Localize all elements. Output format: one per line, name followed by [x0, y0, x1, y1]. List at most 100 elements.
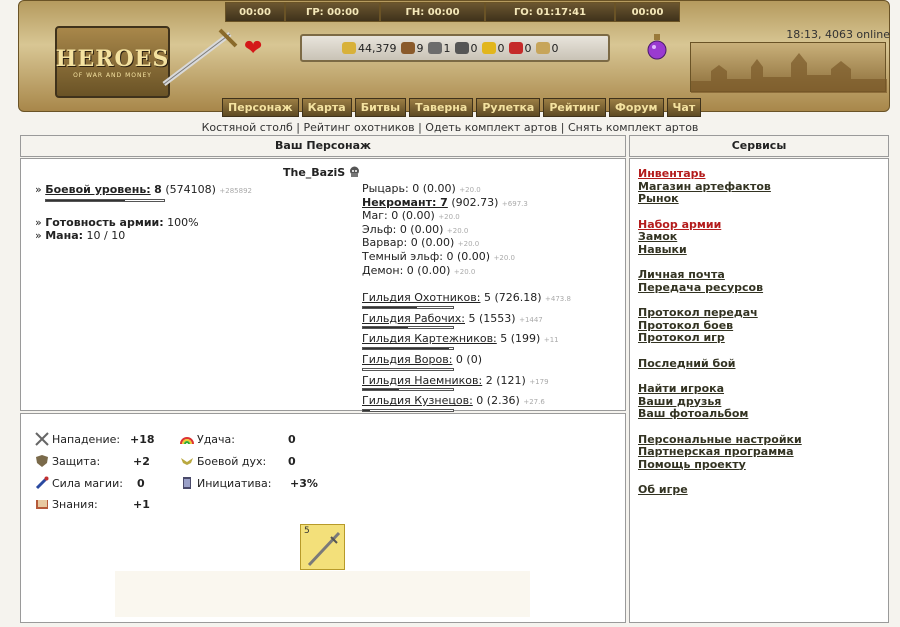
timer-gr: ГР: 00:00 — [285, 2, 380, 22]
mana-row: » Мана: 10 / 10 — [35, 229, 252, 242]
service-link[interactable]: Об игре — [638, 483, 802, 497]
book-icon — [36, 500, 48, 509]
guild-name[interactable]: Гильдия Наемников: — [362, 374, 482, 387]
resource-item: 0 — [535, 42, 559, 55]
game-logo[interactable]: HEROES OF WAR AND MONEY — [55, 26, 170, 98]
bullet-icon: » — [35, 216, 42, 229]
faction-name: Маг: — [362, 209, 388, 223]
game-header: 00:00 ГР: 00:00 ГН: 00:00 ГО: 01:17:41 0… — [0, 0, 900, 120]
faction-value: 0 (0.00) — [410, 236, 455, 250]
timer-gn: ГН: 00:00 — [380, 2, 485, 22]
timer-go: ГО: 01:17:41 — [485, 2, 615, 22]
faction-next: +20.0 — [457, 240, 480, 249]
faction-name: Демон: — [362, 263, 404, 277]
service-link[interactable]: Рынок — [638, 192, 802, 206]
faction-guild-stats: Рыцарь: 0 (0.00) +20.0 Некромант: 7 (902.… — [362, 182, 572, 433]
service-link[interactable]: Инвентарь — [638, 167, 802, 181]
sword-icon — [162, 28, 238, 86]
guild-next: +27.6 — [523, 398, 545, 407]
attack-label: Нападение: — [52, 432, 121, 446]
resource-value: 9 — [416, 41, 424, 55]
guild-row: Гильдия Картежников: 5 (199) +11 — [362, 333, 572, 350]
guild-value: 0 (0) — [455, 352, 482, 366]
services-panel-title: Сервисы — [629, 135, 889, 157]
combat-exp: (574108) — [165, 183, 216, 196]
mercury-icon — [454, 42, 469, 54]
initiative-label: Инициатива: — [197, 476, 272, 490]
guild-name[interactable]: Гильдия Воров: — [362, 353, 452, 366]
guild-value: 0 (2.36) — [476, 394, 520, 408]
service-link[interactable]: Передача ресурсов — [638, 281, 802, 295]
quick-links[interactable]: Костяной столб | Рейтинг охотников | Оде… — [0, 121, 900, 134]
service-link[interactable]: Навыки — [638, 243, 802, 257]
service-link[interactable]: Протокол игр — [638, 331, 802, 345]
guild-value: 5 (1553) — [468, 311, 516, 325]
hero-name[interactable]: The_BaziS — [283, 166, 360, 179]
attack-value: +18 — [130, 432, 155, 446]
spellpower-value: 0 — [137, 476, 145, 490]
combat-level-label[interactable]: Боевой уровень: — [45, 183, 150, 196]
faction-name: Темный эльф: — [362, 249, 443, 263]
artifact-area — [115, 571, 530, 617]
morale-row: Боевой дух: 0 — [180, 454, 296, 468]
artifact-count: 5 — [304, 526, 310, 536]
faction-row: Эльф: 0 (0.00) +20.0 — [362, 222, 572, 238]
wood-icon — [400, 42, 415, 54]
crystal-icon — [508, 42, 523, 54]
menu-character[interactable]: Персонаж — [222, 98, 299, 117]
menu-map[interactable]: Карта — [301, 98, 352, 117]
guild-progress — [362, 367, 454, 371]
faction-row: Некромант: 7 (902.73) +697.3 — [362, 196, 572, 211]
shield-icon — [36, 455, 48, 467]
guild-name[interactable]: Гильдия Рабочих: — [362, 312, 465, 325]
artifact-slot[interactable]: 5 — [300, 524, 345, 570]
bullet-icon: » — [35, 183, 42, 196]
resource-value: 0 — [497, 41, 505, 55]
faction-name: Эльф: — [362, 222, 397, 236]
resource-item: 1 — [427, 41, 451, 55]
menu-chat[interactable]: Чат — [666, 98, 702, 117]
hourglass-icon — [183, 477, 191, 489]
service-link[interactable]: Последний бой — [638, 357, 802, 371]
heart-icon[interactable]: ❤ — [244, 36, 262, 61]
guild-value: 2 (121) — [485, 373, 526, 387]
guild-next: +179 — [529, 377, 549, 386]
online-status: 18:13, 4063 online — [786, 28, 890, 41]
menu-battles[interactable]: Битвы — [354, 98, 407, 117]
service-link[interactable]: Помощь проекту — [638, 458, 802, 472]
service-link[interactable]: Личная почта — [638, 268, 802, 282]
menu-forum[interactable]: Форум — [609, 98, 664, 117]
guild-name[interactable]: Гильдия Кузнецов: — [362, 394, 473, 407]
guild-value: 5 (726.18) — [483, 291, 542, 305]
service-link[interactable]: Найти игрока — [638, 382, 802, 396]
guild-progress — [362, 408, 454, 412]
character-panel-title: Ваш Персонаж — [20, 135, 626, 157]
service-link[interactable]: Протокол передач — [638, 306, 802, 320]
logo-title: HEROES — [55, 45, 170, 72]
guild-row: Гильдия Наемников: 2 (121) +179 — [362, 373, 572, 392]
resource-item: 0 — [454, 42, 478, 55]
resource-item: 44,379 — [342, 42, 397, 55]
menu-rating[interactable]: Рейтинг — [543, 98, 607, 117]
faction-value: 0 (0.00) — [412, 182, 456, 195]
faction-value: 0 (0.00) — [399, 222, 444, 236]
potion-icon[interactable] — [646, 34, 668, 60]
knowledge-label: Знания: — [52, 497, 98, 511]
faction-row: Маг: 0 (0.00) +20.0 — [362, 209, 572, 224]
faction-next: +20.0 — [446, 226, 469, 235]
service-link[interactable]: Партнерская программа — [638, 445, 802, 459]
resource-value: 1 — [443, 41, 451, 55]
logo-subtitle: OF WAR AND MONEY — [73, 71, 152, 79]
guild-name[interactable]: Гильдия Охотников: — [362, 291, 480, 304]
morale-value: 0 — [288, 454, 296, 468]
guild-name[interactable]: Гильдия Картежников: — [362, 332, 497, 346]
service-link[interactable]: Замок — [638, 230, 802, 244]
gems-icon — [535, 42, 550, 54]
attack-row: Нападение: +18 — [35, 432, 155, 446]
knowledge-row: Знания: +1 — [35, 497, 150, 511]
menu-roulette[interactable]: Рулетка — [476, 98, 541, 117]
necromancer-class-icon — [350, 166, 360, 177]
menu-tavern[interactable]: Таверна — [409, 98, 474, 117]
service-link[interactable]: Ваш фотоальбом — [638, 407, 802, 421]
knowledge-value: +1 — [133, 497, 150, 511]
